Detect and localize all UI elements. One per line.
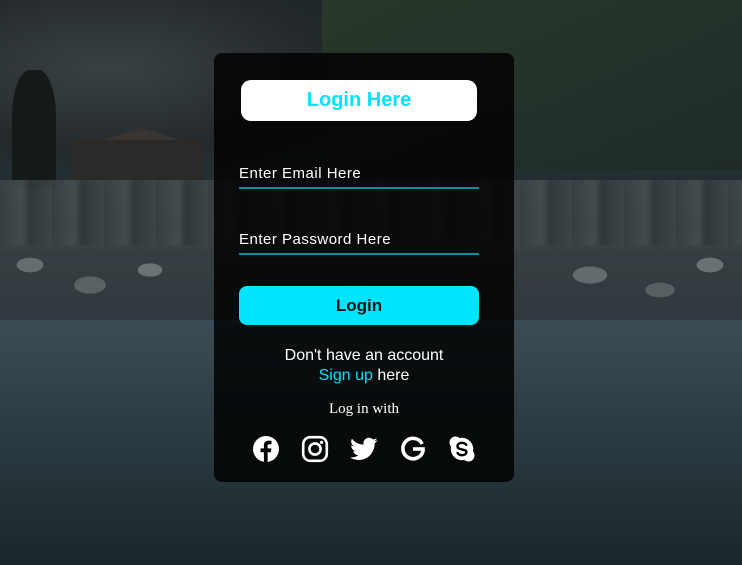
instagram-icon[interactable] [301, 435, 329, 463]
facebook-icon[interactable] [252, 435, 280, 463]
login-card: Login Here Login Don't have an account S… [214, 53, 514, 482]
tree [12, 70, 56, 188]
email-input[interactable] [239, 159, 479, 189]
social-login-bar [252, 435, 476, 463]
login-with-label: Log in with [329, 401, 399, 417]
google-icon[interactable] [399, 435, 427, 463]
no-account-text: Don't have an account [284, 347, 444, 364]
password-input[interactable] [239, 225, 479, 255]
twitter-icon[interactable] [350, 435, 378, 463]
login-button[interactable]: Login [239, 286, 479, 325]
login-title: Login Here [241, 80, 477, 121]
signup-line: Sign up here [214, 366, 514, 386]
signup-prompt: Don't have an account Sign up here [214, 346, 514, 386]
skype-icon[interactable] [448, 435, 476, 463]
signup-suffix: here [372, 367, 410, 384]
signup-link[interactable]: Sign up [319, 367, 373, 384]
cabin [72, 140, 202, 182]
